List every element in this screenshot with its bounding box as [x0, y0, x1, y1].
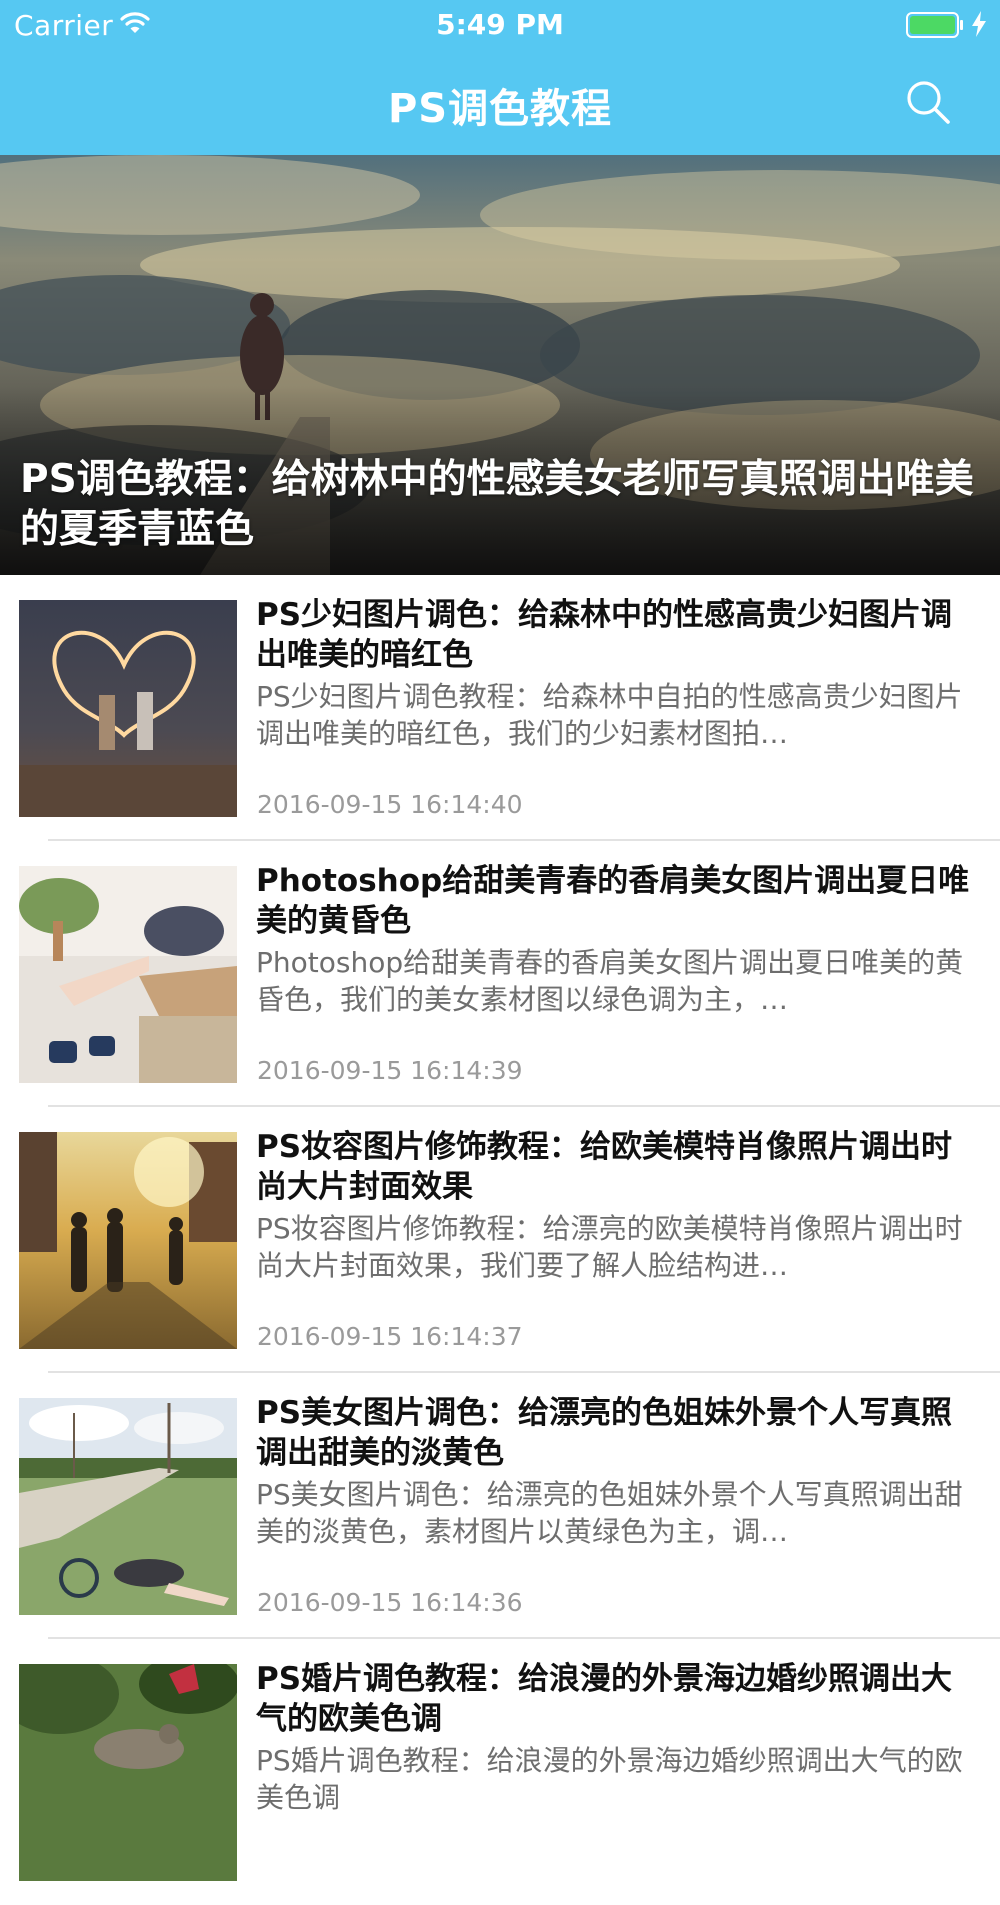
article-thumbnail [19, 866, 237, 1083]
article-title: PS妆容图片修饰教程：给欧美模特肖像照片调出时尚大片封面效果 [256, 1129, 953, 1205]
article-title: PS少妇图片调色：给森林中的性感高贵少妇图片调出唯美的暗红色 [256, 597, 953, 673]
battery-icon [906, 12, 963, 38]
article-date: 2016-09-15 16:14:36 [257, 1588, 523, 1617]
article-thumbnail [19, 1132, 237, 1349]
article-summary: PS婚片调色教程：给浪漫的外景海边婚纱照调出大气的欧美色调 [256, 1744, 963, 1814]
status-bar: Carrier 5:49 PM [0, 0, 1000, 50]
article-list-item[interactable]: Photoshop给甜美青春的香肩美女图片调出夏日唯美的黄昏色 Photosho… [0, 841, 1000, 1107]
article-list-item[interactable]: PS婚片调色教程：给浪漫的外景海边婚纱照调出大气的欧美色调 PS婚片调色教程：给… [0, 1639, 1000, 1905]
featured-article-banner[interactable]: PS调色教程：给树林中的性感美女老师写真照调出唯美的夏季青蓝色 [0, 155, 1000, 575]
article-thumbnail [19, 1398, 237, 1615]
charging-bolt-icon [972, 11, 986, 37]
article-list-item[interactable]: PS少妇图片调色：给森林中的性感高贵少妇图片调出唯美的暗红色 PS少妇图片调色教… [0, 575, 1000, 841]
article-thumbnail [19, 600, 237, 817]
article-date: 2016-09-15 16:14:37 [257, 1322, 523, 1351]
page-title: PS调色教程 [387, 86, 613, 132]
app-header: Carrier 5:49 PM PS调色教程 [0, 0, 1000, 155]
article-summary: PS少妇图片调色教程：给森林中自拍的性感高贵少妇图片调出唯美的暗红色，我们的少妇… [256, 680, 963, 750]
article-date: 2016-09-15 16:14:39 [257, 1056, 523, 1085]
article-summary: PS美女图片调色：给漂亮的色姐妹外景个人写真照调出甜美的淡黄色，素材图片以黄绿色… [256, 1478, 963, 1548]
status-time: 5:49 PM [436, 8, 564, 41]
featured-article-title: PS调色教程：给树林中的性感美女老师写真照调出唯美的夏季青蓝色 [20, 457, 974, 552]
article-list-item[interactable]: PS妆容图片修饰教程：给欧美模特肖像照片调出时尚大片封面效果 PS妆容图片修饰教… [0, 1107, 1000, 1373]
article-list-item[interactable]: PS美女图片调色：给漂亮的色姐妹外景个人写真照调出甜美的淡黄色 PS美女图片调色… [0, 1373, 1000, 1639]
article-title: PS婚片调色教程：给浪漫的外景海边婚纱照调出大气的欧美色调 [256, 1661, 953, 1737]
article-title: Photoshop给甜美青春的香肩美女图片调出夏日唯美的黄昏色 [256, 863, 970, 939]
article-summary: Photoshop给甜美青春的香肩美女图片调出夏日唯美的黄昏色，我们的美女素材图… [256, 946, 964, 1016]
article-list: PS少妇图片调色：给森林中的性感高贵少妇图片调出唯美的暗红色 PS少妇图片调色教… [0, 575, 1000, 1905]
article-summary: PS妆容图片修饰教程：给漂亮的欧美模特肖像照片调出时尚大片封面效果，我们要了解人… [256, 1212, 963, 1282]
article-thumbnail [19, 1664, 237, 1881]
article-title: PS美女图片调色：给漂亮的色姐妹外景个人写真照调出甜美的淡黄色 [256, 1395, 953, 1471]
article-date: 2016-09-15 16:14:40 [257, 790, 523, 819]
search-button[interactable] [900, 74, 956, 130]
search-icon [907, 81, 950, 124]
